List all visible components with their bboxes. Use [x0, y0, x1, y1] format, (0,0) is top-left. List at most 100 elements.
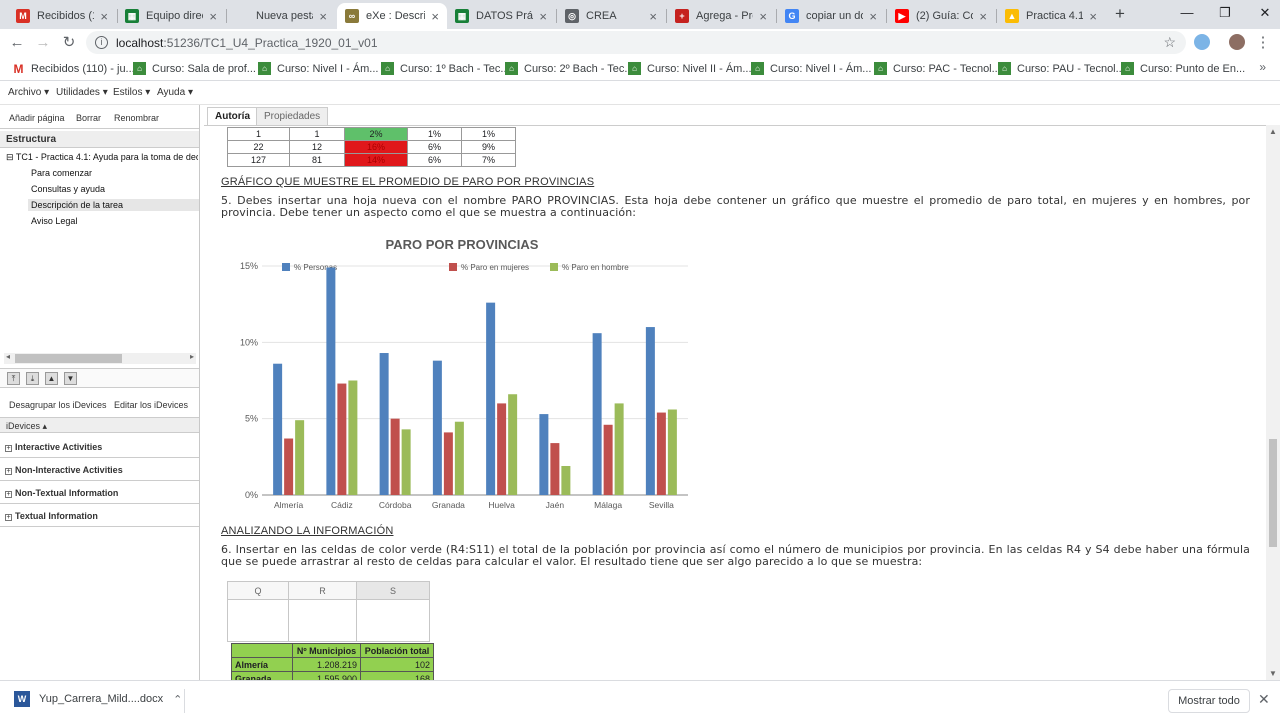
- close-tab-icon[interactable]: ×: [539, 9, 547, 24]
- close-downloads-icon[interactable]: ✕: [1258, 691, 1270, 708]
- menu-kebab-icon[interactable]: ⋮: [1253, 33, 1273, 53]
- cloud-extension-icon[interactable]: [1194, 34, 1210, 50]
- download-item[interactable]: W Yup_Carrera_Mild....docx ⌃: [14, 691, 182, 707]
- close-tab-icon[interactable]: ×: [979, 9, 987, 24]
- tree-horizontal-scrollbar[interactable]: ◂ ▸: [4, 352, 196, 364]
- reload-icon[interactable]: ↻: [59, 33, 79, 53]
- bookmark-item[interactable]: ⌂ Curso: Sala de prof...: [133, 60, 256, 77]
- tree-root[interactable]: ⊟ TC1 - Practica 4.1: Ayuda para la toma…: [6, 152, 198, 163]
- bar: [603, 424, 613, 495]
- bookmark-item[interactable]: ⌂ Curso: PAU - Tecnol...: [998, 60, 1125, 77]
- move-bottom-icon[interactable]: ⤓: [26, 372, 39, 385]
- close-tab-icon[interactable]: ×: [1089, 9, 1097, 24]
- bookmark-item[interactable]: ⌂ Curso: 2º Bach - Tec...: [505, 60, 634, 77]
- close-tab-icon[interactable]: ×: [431, 9, 439, 24]
- avatar[interactable]: [1229, 34, 1245, 50]
- move-up-icon[interactable]: ▲: [45, 372, 58, 385]
- close-tab-icon[interactable]: ×: [209, 9, 217, 24]
- category-non-interactive[interactable]: + Non-Interactive Activities: [0, 459, 199, 481]
- bar: [390, 418, 400, 495]
- tree-item-aviso-legal[interactable]: Aviso Legal: [31, 216, 199, 226]
- info-icon[interactable]: i: [95, 36, 108, 49]
- category-interactive[interactable]: + Interactive Activities: [0, 436, 199, 458]
- tree-item-para-comenzar[interactable]: Para comenzar: [31, 168, 199, 178]
- category-label: Textual Information: [15, 511, 98, 521]
- category-non-textual[interactable]: + Non-Textual Information: [0, 482, 199, 504]
- bookmark-item[interactable]: ⌂ Curso: Nivel I - Ám...: [258, 60, 378, 77]
- menu-utilidades[interactable]: Utilidades ▾: [56, 87, 108, 98]
- globe-icon: ◎: [565, 9, 579, 23]
- close-window-button[interactable]: ✕: [1242, 0, 1280, 28]
- bookmark-star-icon[interactable]: ☆: [1163, 34, 1176, 51]
- table-row: 127 81 14% 6% 7%: [227, 153, 516, 167]
- address-bar[interactable]: i localhost:51236/TC1_U4_Practica_1920_0…: [86, 31, 1186, 54]
- bar: [486, 302, 496, 495]
- browser-tab[interactable]: Gcopiar un doc ×: [777, 3, 885, 29]
- browser-tab[interactable]: ▲ Practica 4.1 - ×: [997, 3, 1105, 29]
- close-tab-icon[interactable]: ×: [100, 9, 108, 24]
- structure-toolbar: Añadir página Borrar Renombrar: [0, 105, 199, 129]
- ungroup-idevices-button[interactable]: Desagrupar los iDevices: [9, 400, 107, 410]
- rename-button[interactable]: Renombrar: [114, 113, 159, 123]
- scroll-up-icon[interactable]: ▲: [1269, 127, 1277, 136]
- forward-icon[interactable]: →: [33, 33, 53, 53]
- divider: [184, 689, 185, 713]
- scroll-right-icon[interactable]: ▸: [190, 352, 194, 361]
- browser-tab[interactable]: M Recibidos (12 ×: [8, 3, 116, 29]
- delete-button[interactable]: Borrar: [76, 113, 101, 123]
- move-top-icon[interactable]: ⤒: [7, 372, 20, 385]
- browser-tab[interactable]: Nueva pestaña ×: [227, 3, 335, 29]
- section-heading-chart: GRÁFICO QUE MUESTRE EL PROMEDIO DE PARO …: [221, 176, 595, 188]
- add-page-button[interactable]: Añadir página: [9, 113, 65, 123]
- browser-tab[interactable]: ▦ DATOS Práctic ×: [447, 3, 555, 29]
- bookmark-item[interactable]: ⌂ Curso: PAC - Tecnol...: [874, 60, 1001, 77]
- close-tab-icon[interactable]: ×: [649, 9, 657, 24]
- close-tab-icon[interactable]: ×: [319, 9, 327, 24]
- x-tick-label: Huelva: [488, 500, 515, 510]
- close-tab-icon[interactable]: ×: [759, 9, 767, 24]
- tab-properties[interactable]: Propiedades: [256, 107, 329, 125]
- content-area: 1 1 2% 1% 1% 22 12 16% 6% 9% 127 81 14% 6% 7% GRÁFICO …: [204, 125, 1266, 680]
- downloads-bar: W Yup_Carrera_Mild....docx ⌃ Mostrar tod…: [0, 680, 1280, 720]
- browser-tab[interactable]: ▦ Equipo direct ×: [117, 3, 225, 29]
- scroll-down-icon[interactable]: ▼: [1269, 669, 1277, 678]
- bar: [592, 333, 602, 495]
- browser-tab[interactable]: ▶ (2) Guía: Cop ×: [887, 3, 995, 29]
- exe-icon: ∞: [345, 9, 359, 23]
- more-bookmarks-icon[interactable]: »: [1259, 60, 1266, 74]
- browser-tab[interactable]: ◎ CREA ×: [557, 3, 665, 29]
- table-cell: 1%: [461, 127, 516, 141]
- new-tab-button[interactable]: +: [1110, 4, 1130, 24]
- table-cell: 14%: [344, 153, 408, 167]
- column-q-header: Q: [227, 581, 289, 600]
- menu-archivo[interactable]: Archivo ▾: [8, 87, 49, 98]
- tree-item-descripcion[interactable]: Descripción de la tarea: [28, 199, 199, 211]
- edit-idevices-button[interactable]: Editar los iDevices: [114, 400, 188, 410]
- tree-item-consultas[interactable]: Consultas y ayuda: [31, 184, 199, 194]
- scroll-thumb[interactable]: [1269, 439, 1277, 547]
- google-icon: G: [785, 9, 799, 23]
- scroll-left-icon[interactable]: ◂: [6, 352, 10, 361]
- bookmark-item[interactable]: ⌂ Curso: 1º Bach - Tec...: [381, 60, 510, 77]
- bookmark-item[interactable]: ⌂ Curso: Nivel I - Ám...: [751, 60, 871, 77]
- menu-ayuda[interactable]: Ayuda ▾: [157, 87, 193, 98]
- back-icon[interactable]: ←: [7, 33, 27, 53]
- sheets-icon: ▦: [125, 9, 139, 23]
- move-down-icon[interactable]: ▼: [64, 372, 77, 385]
- menu-estilos[interactable]: Estilos ▾: [113, 87, 150, 98]
- bookmark-item[interactable]: ⌂ Curso: Nivel II - Ám...: [628, 60, 752, 77]
- content-vertical-scrollbar[interactable]: ▲ ▼: [1266, 125, 1280, 680]
- bookmark-item[interactable]: ⌂ Curso: Punto de En...: [1121, 60, 1245, 77]
- chevron-up-icon[interactable]: ⌃: [173, 693, 182, 706]
- show-all-button[interactable]: Mostrar todo: [1168, 689, 1250, 713]
- close-tab-icon[interactable]: ×: [869, 9, 877, 24]
- browser-tab[interactable]: + Agrega - Prev ×: [667, 3, 775, 29]
- scroll-thumb[interactable]: [15, 354, 122, 363]
- idevices-heading[interactable]: iDevices ▴: [0, 417, 199, 433]
- browser-tab[interactable]: ∞ eXe : Descripc ×: [337, 3, 447, 29]
- bookmark-item[interactable]: M Recibidos (110) - ju...: [12, 60, 135, 77]
- tree-root-label: TC1 - Practica 4.1: Ayuda para la toma d…: [15, 152, 198, 162]
- category-textual[interactable]: + Textual Information: [0, 505, 199, 527]
- bar: [273, 363, 283, 495]
- tab-authoring[interactable]: Autoría: [207, 107, 258, 125]
